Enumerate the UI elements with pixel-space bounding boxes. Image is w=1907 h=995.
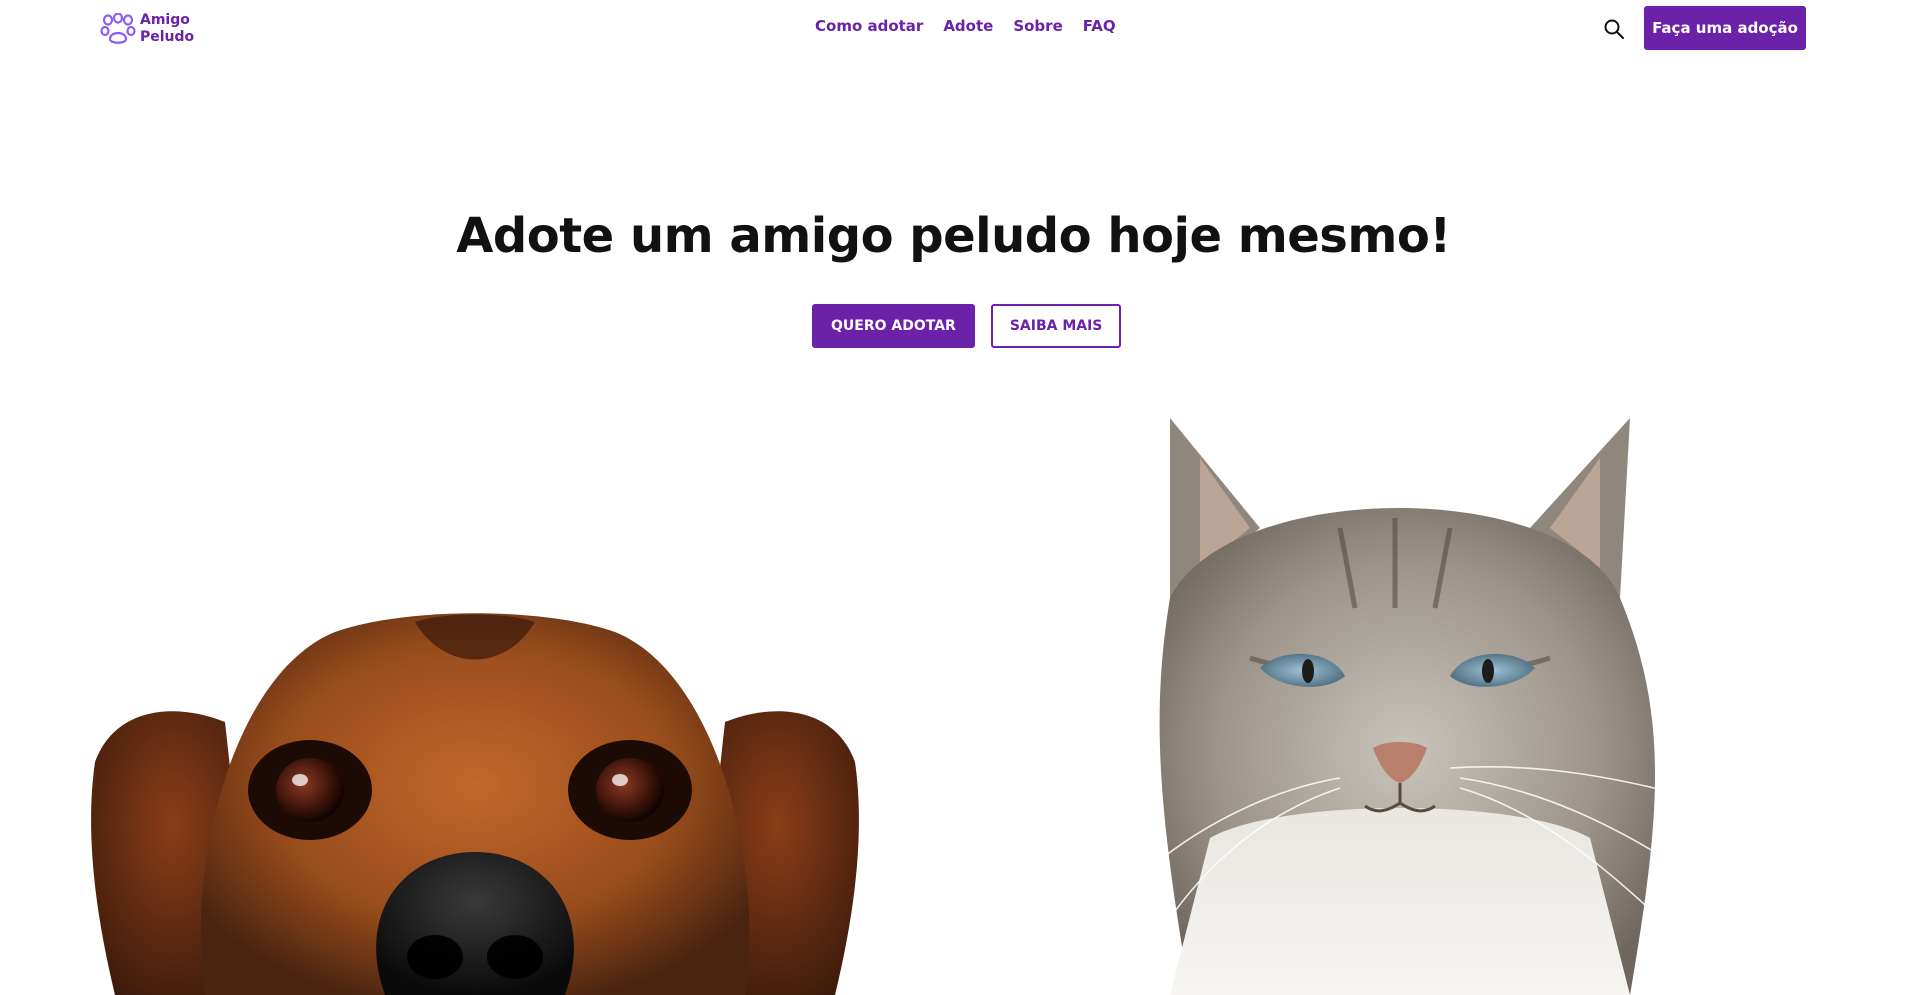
hero-buttons: QUERO ADOTAR SAIBA MAIS	[812, 304, 1122, 348]
top-navbar: Amigo Peludo Como adotar Adote Sobre FAQ…	[0, 0, 1907, 55]
paw-logo-icon	[100, 13, 136, 44]
brand-line-1: Amigo	[140, 12, 190, 28]
want-to-adopt-button[interactable]: QUERO ADOTAR	[812, 304, 975, 348]
cat-photo	[1149, 418, 1731, 995]
search-icon[interactable]	[1602, 17, 1626, 41]
hero-title: Adote um amigo peludo hoje mesmo!	[456, 208, 1451, 264]
brand-name: Amigo Peludo	[140, 12, 194, 46]
nav-link-sobre[interactable]: Sobre	[1013, 17, 1062, 35]
nav-link-adote[interactable]: Adote	[943, 17, 993, 35]
brand-logo[interactable]: Amigo Peludo	[100, 12, 194, 46]
dog-photo	[91, 613, 859, 995]
nav-links: Como adotar Adote Sobre FAQ	[815, 17, 1116, 35]
learn-more-button[interactable]: SAIBA MAIS	[990, 304, 1122, 348]
brand-line-2: Peludo	[140, 29, 195, 45]
nav-link-faq[interactable]: FAQ	[1083, 17, 1116, 35]
nav-link-como-adotar[interactable]: Como adotar	[815, 17, 923, 35]
adoption-cta-button[interactable]: Faça uma adoção	[1644, 6, 1806, 50]
